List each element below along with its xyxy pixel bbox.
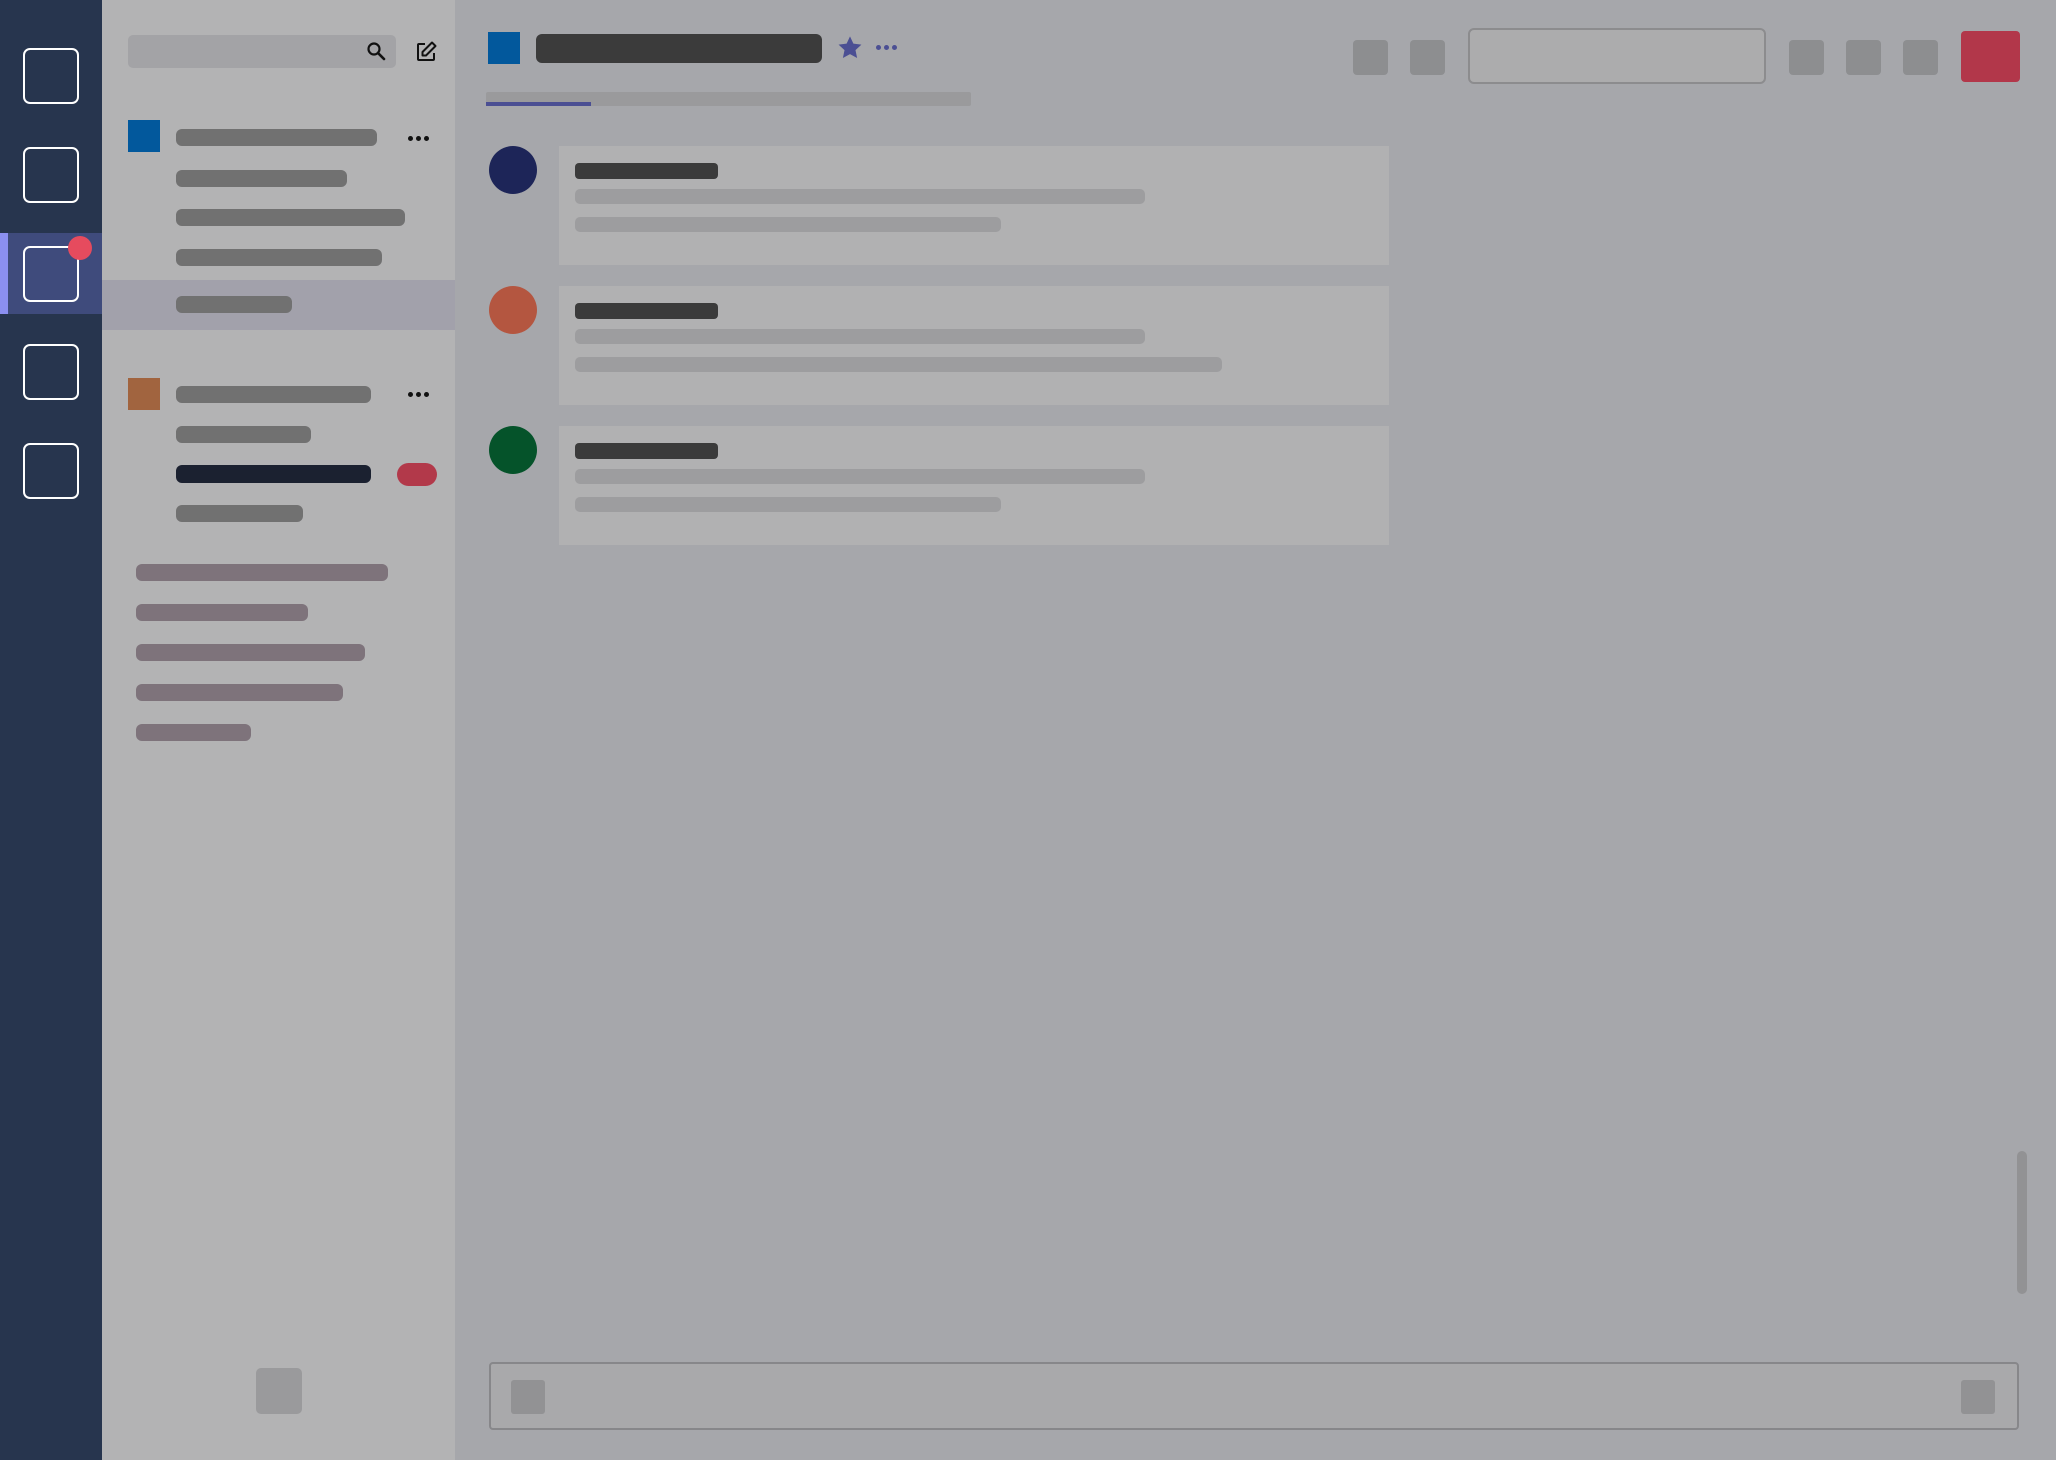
message-card	[559, 286, 1389, 405]
list-item[interactable]	[136, 724, 251, 741]
avatar[interactable]	[489, 426, 537, 474]
rail-item-5[interactable]	[23, 443, 79, 499]
message-text-line	[575, 357, 1222, 372]
message-author[interactable]	[575, 443, 718, 459]
rail-item-4[interactable]	[23, 344, 79, 400]
active-tab-indicator[interactable]	[486, 102, 591, 106]
header-action-button[interactable]	[1789, 40, 1824, 75]
list-item[interactable]	[136, 684, 343, 701]
list-item[interactable]	[136, 604, 308, 621]
channel-menu-icon[interactable]	[876, 45, 897, 50]
message-text-line	[575, 189, 1145, 204]
message-card	[559, 426, 1389, 545]
team-avatar	[128, 120, 160, 152]
list-item[interactable]	[136, 644, 365, 661]
star-icon[interactable]	[836, 34, 864, 62]
primary-action-button[interactable]	[1961, 31, 2020, 82]
header-search-input[interactable]	[1468, 28, 1766, 84]
message-author[interactable]	[575, 163, 718, 179]
header-action-button[interactable]	[1410, 40, 1445, 75]
avatar[interactable]	[489, 146, 537, 194]
more-horizontal-icon[interactable]	[408, 392, 429, 397]
scrollbar-thumb[interactable]	[2017, 1151, 2027, 1294]
attach-icon[interactable]	[511, 1380, 545, 1414]
app-rail	[0, 0, 102, 1460]
channel-item[interactable]	[176, 170, 347, 187]
send-icon[interactable]	[1961, 1380, 1995, 1414]
header-action-button[interactable]	[1353, 40, 1388, 75]
team-avatar	[128, 378, 160, 410]
compose-icon[interactable]	[414, 40, 438, 64]
rail-item-1[interactable]	[23, 48, 79, 104]
settings-icon[interactable]	[256, 1368, 302, 1414]
list-item[interactable]	[136, 564, 388, 581]
unread-badge	[397, 463, 437, 486]
channel-item[interactable]	[176, 209, 405, 226]
more-horizontal-icon[interactable]	[408, 136, 429, 141]
message-text-line	[575, 469, 1145, 484]
channel-item[interactable]	[176, 505, 303, 522]
message-card	[559, 146, 1389, 265]
message-author[interactable]	[575, 303, 718, 319]
channel-item[interactable]	[176, 249, 382, 266]
header-action-button[interactable]	[1846, 40, 1881, 75]
channel-icon	[488, 32, 520, 64]
channel-title	[536, 34, 822, 63]
team-name[interactable]	[176, 386, 371, 403]
avatar[interactable]	[489, 286, 537, 334]
channel-item[interactable]	[176, 426, 311, 443]
message-composer[interactable]	[489, 1362, 2019, 1430]
header-action-button[interactable]	[1903, 40, 1938, 75]
notification-badge	[68, 236, 92, 260]
message-text-line	[575, 329, 1145, 344]
search-icon[interactable]	[366, 41, 386, 61]
team-name[interactable]	[176, 129, 377, 146]
channel-item-selected	[176, 296, 292, 313]
message-text-line	[575, 217, 1001, 232]
channel-item-unread[interactable]	[176, 465, 371, 483]
rail-active-indicator	[0, 233, 8, 314]
rail-item-2[interactable]	[23, 147, 79, 203]
search-input[interactable]	[128, 35, 396, 68]
message-text-line	[575, 497, 1001, 512]
